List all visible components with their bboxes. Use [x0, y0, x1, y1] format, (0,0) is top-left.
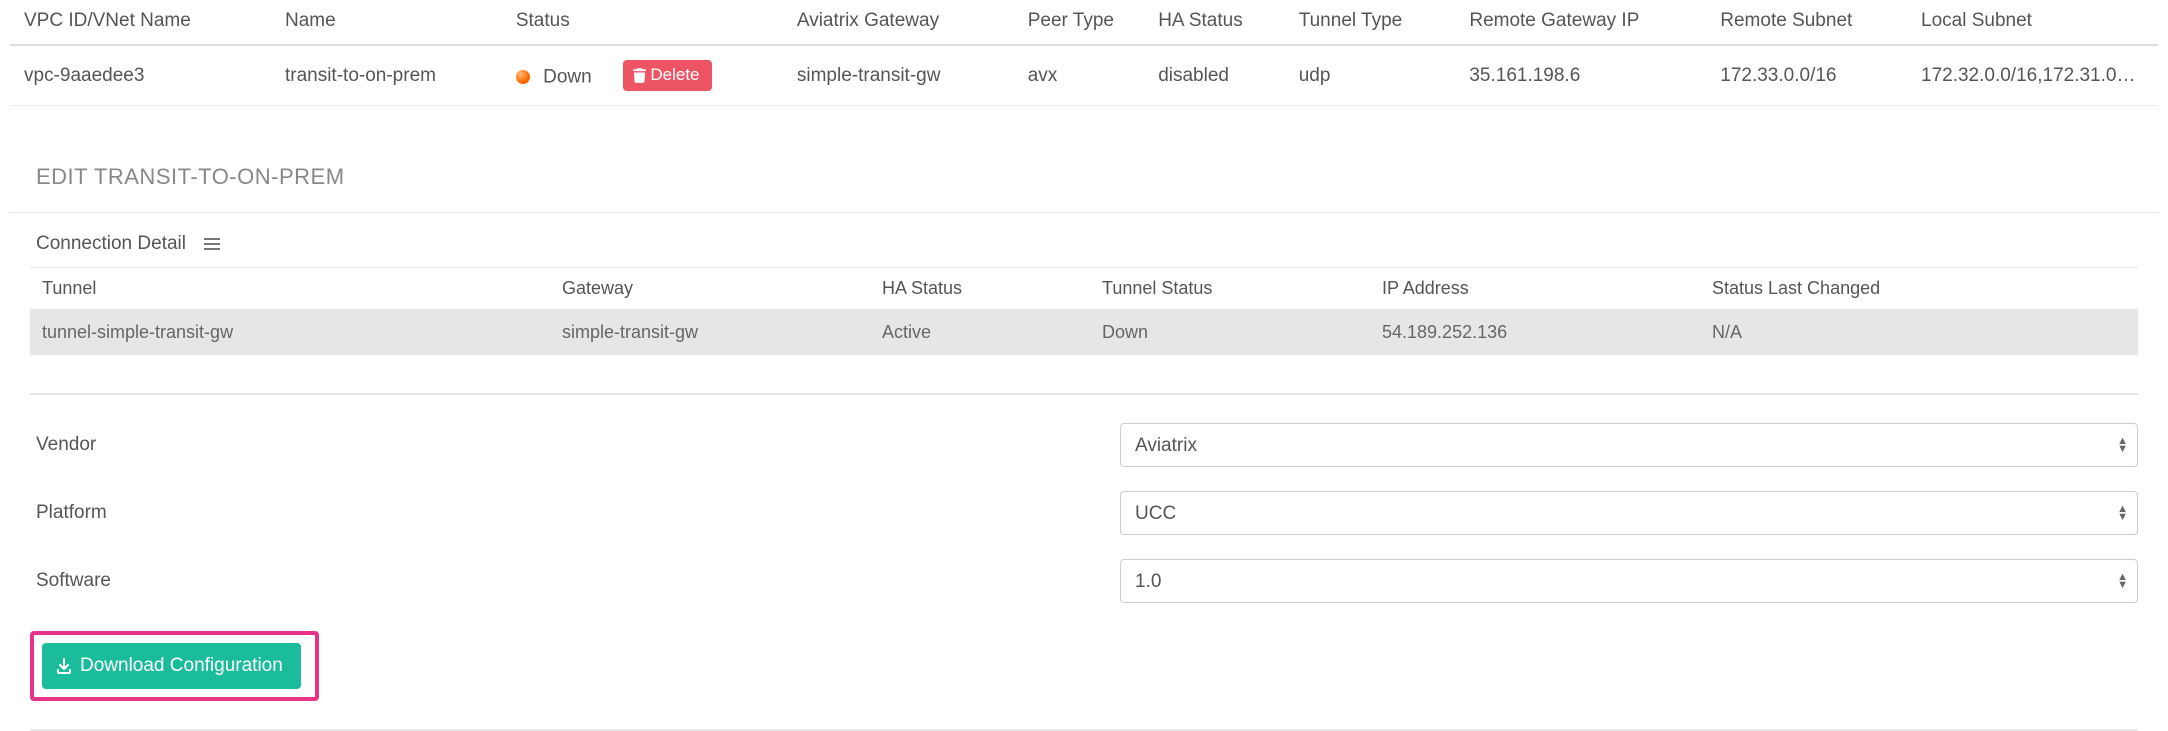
- download-highlight: Download Configuration: [30, 631, 319, 701]
- detail-table-row[interactable]: tunnel-simple-transit-gw simple-transit-…: [30, 310, 2138, 356]
- cell-remote-subnet: 172.33.0.0/16: [1706, 45, 1907, 106]
- vendor-label: Vendor: [30, 434, 1120, 456]
- platform-select[interactable]: UCC: [1120, 491, 2138, 535]
- th-tunnel-type[interactable]: Tunnel Type: [1285, 0, 1456, 45]
- status-down-icon: [516, 70, 530, 84]
- th-ha-status[interactable]: HA Status: [1144, 0, 1285, 45]
- cell-remote-gateway-ip: 35.161.198.6: [1455, 45, 1706, 106]
- software-label: Software: [30, 570, 1120, 592]
- dcell-tunnel-status: Down: [1090, 310, 1370, 356]
- platform-label: Platform: [30, 502, 1120, 524]
- download-configuration-button[interactable]: Download Configuration: [42, 643, 301, 689]
- dcell-status-last-changed: N/A: [1700, 310, 2138, 356]
- cell-aviatrix-gateway: simple-transit-gw: [783, 45, 1014, 106]
- vendor-select[interactable]: Aviatrix: [1120, 423, 2138, 467]
- download-button-label: Download Configuration: [80, 655, 283, 677]
- trash-icon: [633, 68, 646, 83]
- status-text: Down: [543, 67, 592, 88]
- connection-detail-label: Connection Detail: [36, 233, 186, 255]
- cell-vpc: vpc-9aaedee3: [10, 45, 271, 106]
- th-peer-type[interactable]: Peer Type: [1014, 0, 1144, 45]
- cell-status: Down Delete: [502, 45, 783, 106]
- divider: [30, 393, 2138, 395]
- software-row: Software 1.0 ▲▼: [10, 547, 2158, 615]
- cell-tunnel-type: udp: [1285, 45, 1456, 106]
- delete-button-label: Delete: [650, 65, 699, 85]
- dth-status-last-changed: Status Last Changed: [1700, 268, 2138, 310]
- cell-peer-type: avx: [1014, 45, 1144, 106]
- dcell-gateway: simple-transit-gw: [550, 310, 870, 356]
- dth-tunnel: Tunnel: [30, 268, 550, 310]
- connection-detail-table: Tunnel Gateway HA Status Tunnel Status I…: [30, 267, 2138, 355]
- th-name[interactable]: Name: [271, 0, 502, 45]
- vendor-row: Vendor Aviatrix ▲▼: [10, 411, 2158, 479]
- th-remote-subnet[interactable]: Remote Subnet: [1706, 0, 1907, 45]
- dcell-ha-status: Active: [870, 310, 1090, 356]
- th-aviatrix-gateway[interactable]: Aviatrix Gateway: [783, 0, 1014, 45]
- table-row[interactable]: vpc-9aaedee3 transit-to-on-prem Down Del…: [10, 45, 2158, 106]
- cell-ha-status: disabled: [1144, 45, 1285, 106]
- cell-local-subnet: 172.32.0.0/16,172.31.0…: [1907, 45, 2158, 106]
- edit-panel-title: EDIT TRANSIT-TO-ON-PREM: [10, 146, 2158, 213]
- dth-ha-status: HA Status: [870, 268, 1090, 310]
- hamburger-menu-icon[interactable]: [204, 238, 220, 251]
- th-status[interactable]: Status: [502, 0, 783, 45]
- th-vpc[interactable]: VPC ID/VNet Name: [10, 0, 271, 45]
- th-remote-gateway-ip[interactable]: Remote Gateway IP: [1455, 0, 1706, 45]
- connections-table: VPC ID/VNet Name Name Status Aviatrix Ga…: [10, 0, 2158, 106]
- edit-panel: EDIT TRANSIT-TO-ON-PREM Connection Detai…: [10, 146, 2158, 731]
- delete-button[interactable]: Delete: [623, 60, 711, 91]
- dcell-ip-address: 54.189.252.136: [1370, 310, 1700, 356]
- th-local-subnet[interactable]: Local Subnet: [1907, 0, 2158, 45]
- dth-gateway: Gateway: [550, 268, 870, 310]
- download-icon: [56, 658, 72, 674]
- platform-row: Platform UCC ▲▼: [10, 479, 2158, 547]
- software-select[interactable]: 1.0: [1120, 559, 2138, 603]
- dth-tunnel-status: Tunnel Status: [1090, 268, 1370, 310]
- dth-ip-address: IP Address: [1370, 268, 1700, 310]
- dcell-tunnel: tunnel-simple-transit-gw: [30, 310, 550, 356]
- cell-name: transit-to-on-prem: [271, 45, 502, 106]
